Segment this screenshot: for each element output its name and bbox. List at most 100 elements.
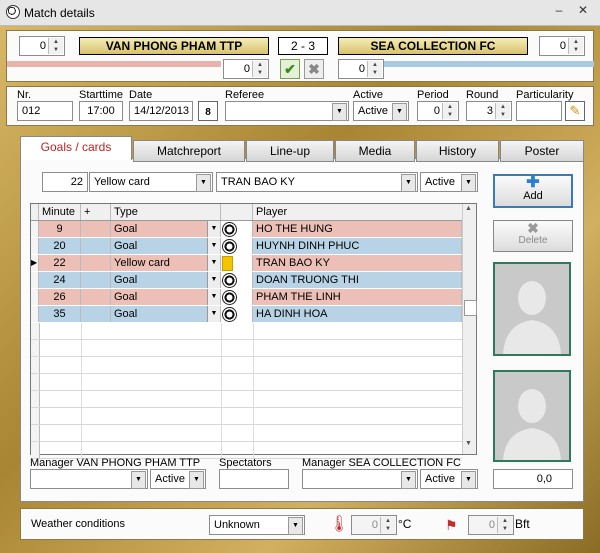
minute-input[interactable]: 22 bbox=[42, 172, 88, 192]
chevron-down-icon[interactable]: ▼ bbox=[131, 471, 146, 489]
row-type[interactable]: Goal bbox=[111, 272, 221, 288]
cancel-x-icon[interactable]: ✖ bbox=[304, 59, 324, 79]
table-row[interactable]: ▶ 22 Yellow card ▼ TRAN BAO KY bbox=[31, 255, 462, 271]
row-type[interactable]: Goal bbox=[111, 221, 221, 237]
chevron-down-icon[interactable]: ▼ bbox=[207, 289, 221, 305]
row-minute[interactable]: 35 bbox=[39, 306, 81, 322]
row-plus[interactable] bbox=[81, 221, 111, 237]
chevron-down-icon[interactable]: ▼ bbox=[207, 238, 221, 254]
row-player[interactable]: HUYNH DINH PHUC bbox=[253, 238, 462, 254]
temperature-spinner[interactable]: 0 ▲ ▼ bbox=[351, 515, 397, 535]
row-plus[interactable] bbox=[81, 272, 111, 288]
header-type[interactable]: Type bbox=[111, 204, 221, 220]
spinner-arrows-icon[interactable]: ▲ ▼ bbox=[252, 61, 267, 77]
row-type[interactable]: Goal bbox=[111, 306, 221, 322]
manager-home-dropdown[interactable]: ▼ bbox=[30, 469, 148, 489]
manager-away-status-dropdown[interactable]: Active ▼ bbox=[420, 469, 478, 489]
row-minute[interactable]: 9 bbox=[39, 221, 81, 237]
spinner-arrows-icon[interactable]: ▲ ▼ bbox=[367, 61, 382, 77]
date-input[interactable]: 14/12/2013 bbox=[129, 101, 193, 121]
chevron-down-icon[interactable]: ▼ bbox=[207, 272, 221, 288]
home-mid-spinner[interactable]: 0 ▲ ▼ bbox=[223, 59, 269, 79]
player-dropdown[interactable]: TRAN BAO KY ▼ bbox=[216, 172, 418, 192]
chevron-down-icon[interactable]: ▼ bbox=[401, 471, 416, 489]
spinner-arrows-icon[interactable]: ▲ ▼ bbox=[380, 517, 395, 533]
chevron-down-icon[interactable]: ▼ bbox=[207, 221, 221, 237]
nr-input[interactable]: 012 bbox=[17, 101, 73, 121]
table-row[interactable]: 9 Goal ▼ HO THE HUNG bbox=[31, 221, 462, 237]
amount-input[interactable]: 0,0 bbox=[493, 469, 573, 489]
chevron-down-icon[interactable]: ▼ bbox=[461, 471, 476, 489]
chevron-down-icon[interactable]: ▼ bbox=[332, 103, 347, 121]
tab-poster[interactable]: Poster bbox=[500, 140, 584, 162]
calendar-icon[interactable]: 8 bbox=[198, 101, 218, 121]
manager-away-dropdown[interactable]: ▼ bbox=[302, 469, 418, 489]
chevron-down-icon[interactable]: ▼ bbox=[207, 306, 221, 322]
home-value-spinner[interactable]: 0 ▲ ▼ bbox=[19, 36, 65, 56]
close-button[interactable]: ✕ bbox=[572, 2, 594, 18]
row-minute[interactable]: 22 bbox=[39, 255, 81, 271]
tab-history[interactable]: History bbox=[416, 140, 499, 162]
chevron-down-icon[interactable]: ▼ bbox=[401, 174, 416, 192]
round-spinner[interactable]: 3 ▲ ▼ bbox=[466, 101, 512, 121]
tab-goals-cards[interactable]: Goals / cards bbox=[20, 136, 132, 160]
delete-button[interactable]: ✖ Delete bbox=[493, 220, 573, 252]
chevron-down-icon[interactable]: ▼ bbox=[196, 174, 211, 192]
row-plus[interactable] bbox=[81, 306, 111, 322]
chevron-down-icon[interactable]: ▼ bbox=[392, 103, 407, 121]
tab-media[interactable]: Media bbox=[335, 140, 415, 162]
header-minute[interactable]: Minute bbox=[39, 204, 81, 220]
add-button[interactable]: ✚ Add bbox=[493, 174, 573, 208]
table-scrollbar[interactable]: ▲ ▼ bbox=[462, 204, 477, 454]
table-row[interactable]: 24 Goal ▼ DOAN TRUONG THI bbox=[31, 272, 462, 288]
tab-line-up[interactable]: Line-up bbox=[246, 140, 334, 162]
particularity-input[interactable] bbox=[516, 101, 562, 121]
status-dropdown[interactable]: Active ▼ bbox=[420, 172, 478, 192]
spinner-arrows-icon[interactable]: ▲ ▼ bbox=[495, 103, 510, 119]
row-type[interactable]: Yellow card bbox=[111, 255, 221, 271]
spinner-arrows-icon[interactable]: ▲ ▼ bbox=[442, 103, 457, 119]
active-dropdown[interactable]: Active ▼ bbox=[353, 101, 409, 121]
row-plus[interactable] bbox=[81, 255, 111, 271]
row-player[interactable]: HA DINH HOA bbox=[253, 306, 462, 322]
row-type[interactable]: Goal bbox=[111, 238, 221, 254]
table-row[interactable]: 26 Goal ▼ PHAM THE LINH bbox=[31, 289, 462, 305]
minimize-button[interactable]: – bbox=[548, 2, 570, 18]
chevron-down-icon[interactable]: ▼ bbox=[207, 255, 221, 271]
starttime-input[interactable]: 17:00 bbox=[79, 101, 123, 121]
tab-matchreport[interactable]: Matchreport bbox=[133, 140, 245, 162]
wind-spinner[interactable]: 0 ▲ ▼ bbox=[468, 515, 514, 535]
row-player[interactable]: TRAN BAO KY bbox=[253, 255, 462, 271]
header-player[interactable]: Player bbox=[253, 204, 463, 220]
spinner-arrows-icon[interactable]: ▲ ▼ bbox=[497, 517, 512, 533]
scroll-up-icon[interactable]: ▲ bbox=[465, 205, 472, 212]
chevron-down-icon[interactable]: ▼ bbox=[288, 517, 303, 535]
pencil-icon[interactable]: ✎ bbox=[565, 101, 585, 121]
spectators-input[interactable] bbox=[219, 469, 289, 489]
away-value-spinner[interactable]: 0 ▲ ▼ bbox=[539, 36, 585, 56]
spinner-arrows-icon[interactable]: ▲ ▼ bbox=[568, 38, 583, 54]
weather-dropdown[interactable]: Unknown ▼ bbox=[209, 515, 305, 535]
confirm-check-icon[interactable]: ✔ bbox=[280, 59, 300, 79]
table-row[interactable]: 35 Goal ▼ HA DINH HOA bbox=[31, 306, 462, 322]
period-spinner[interactable]: 0 ▲ ▼ bbox=[417, 101, 459, 121]
header-plus[interactable]: + bbox=[81, 204, 111, 220]
manager-home-status-dropdown[interactable]: Active ▼ bbox=[150, 469, 206, 489]
row-minute[interactable]: 20 bbox=[39, 238, 81, 254]
away-mid-spinner[interactable]: 0 ▲ ▼ bbox=[338, 59, 384, 79]
row-player[interactable]: DOAN TRUONG THI bbox=[253, 272, 462, 288]
scroll-thumb[interactable] bbox=[464, 300, 477, 316]
spinner-arrows-icon[interactable]: ▲ ▼ bbox=[48, 38, 63, 54]
row-minute[interactable]: 26 bbox=[39, 289, 81, 305]
chevron-down-icon[interactable]: ▼ bbox=[461, 174, 476, 192]
type-dropdown[interactable]: Yellow card ▼ bbox=[89, 172, 213, 192]
table-row[interactable]: 20 Goal ▼ HUYNH DINH PHUC bbox=[31, 238, 462, 254]
row-minute[interactable]: 24 bbox=[39, 272, 81, 288]
referee-dropdown[interactable]: ▼ bbox=[225, 101, 349, 121]
row-plus[interactable] bbox=[81, 289, 111, 305]
scroll-down-icon[interactable]: ▼ bbox=[465, 440, 472, 447]
chevron-down-icon[interactable]: ▼ bbox=[189, 471, 204, 489]
row-plus[interactable] bbox=[81, 238, 111, 254]
row-player[interactable]: PHAM THE LINH bbox=[253, 289, 462, 305]
row-player[interactable]: HO THE HUNG bbox=[253, 221, 462, 237]
